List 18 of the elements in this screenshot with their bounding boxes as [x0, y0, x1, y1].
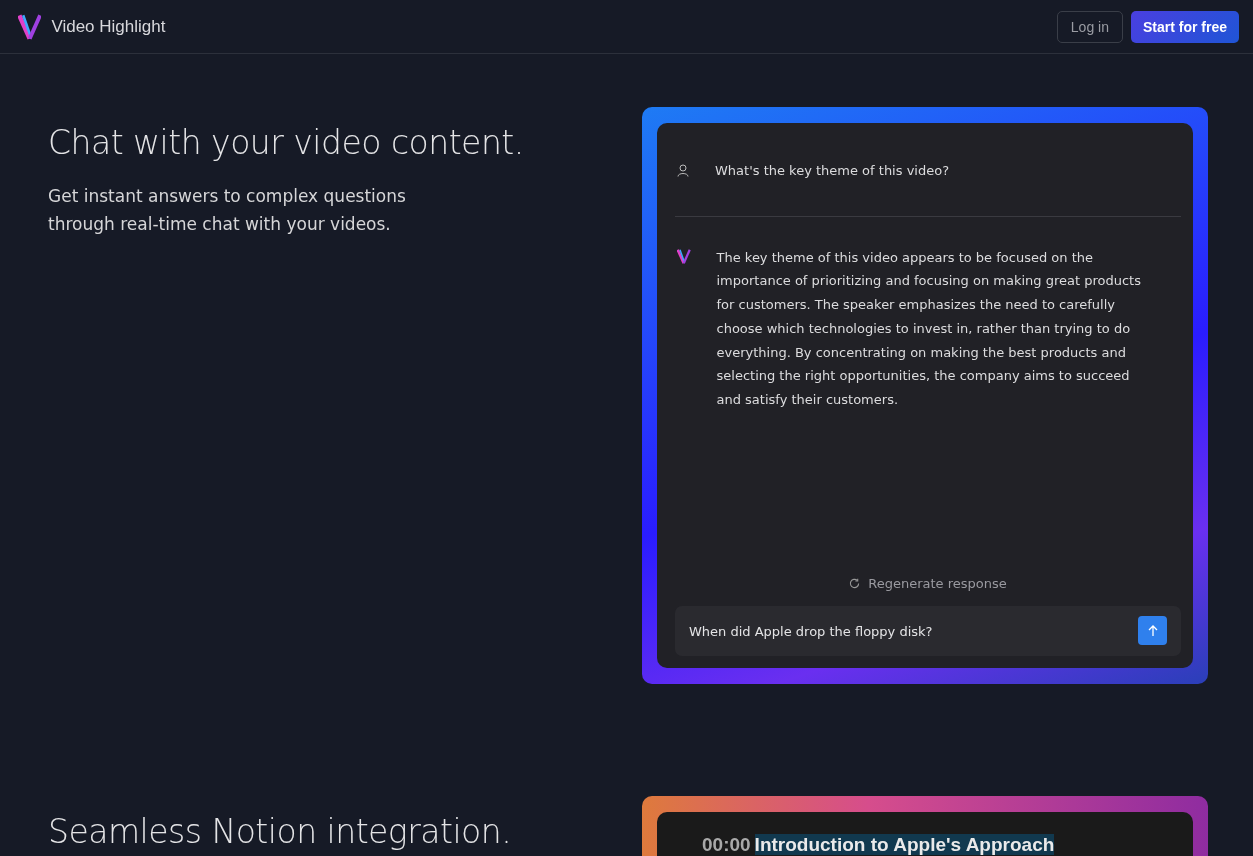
logo-icon [677, 248, 691, 264]
send-button[interactable] [1138, 616, 1167, 645]
refresh-icon [849, 578, 861, 589]
section-title: Chat with your video content. [48, 123, 525, 162]
brand-name[interactable]: Video Highlight [51, 16, 166, 37]
section-title: Seamless Notion integration. [48, 812, 513, 851]
login-button[interactable]: Log in [1056, 10, 1123, 43]
section-subtitle: Get instant answers to complex questions through real-time chat with your videos. [48, 185, 407, 236]
arrow-up-icon [1147, 624, 1158, 637]
regenerate-button[interactable]: Regenerate response [843, 575, 1013, 592]
user-question: What's the key theme of this video? [715, 162, 951, 180]
assistant-answer: The key theme of this video appears to be focused on the importance of prioritizing and focusing on making great products for customers. The speaker emphasizes the need to carefully choose which technologies to invest in, rather than trying to do everything. By concentrating on making the best products and selecting the right opportunities, the company aims to succeed and satisfy their customers. [716, 248, 1142, 409]
chat-input-field[interactable]: When did Apple drop the floppy disk? [675, 606, 1181, 656]
start-button[interactable]: Start for free [1130, 10, 1239, 43]
logo-icon [18, 13, 42, 40]
timestamp: 00:00 [702, 834, 751, 855]
user-icon [677, 164, 689, 177]
chapter-heading: Introduction to Apple's Approach [754, 834, 1055, 855]
